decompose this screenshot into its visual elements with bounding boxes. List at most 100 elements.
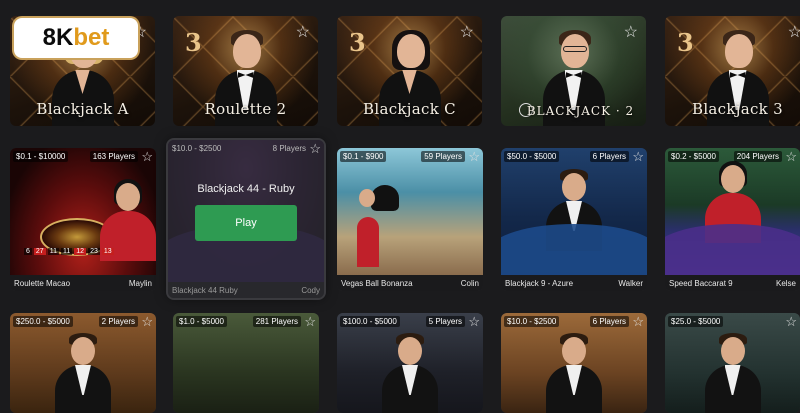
table-name: Roulette 2 [204,100,287,118]
game-thumbnail [10,313,156,413]
game-thumbnail [665,313,800,413]
game-card-row2-3[interactable]: $100.0 - $5000 5 Players ☆ [337,313,483,413]
dealer-photo [98,179,156,261]
game-card-row2-4[interactable]: $10.0 - $2500 6 Players ☆ [501,313,647,413]
brand-logo: 8K bet [14,18,138,58]
star-icon[interactable]: ☆ [468,314,480,330]
result-number: 6 [24,248,32,255]
star-icon[interactable]: ☆ [304,314,316,330]
bet-limit: $0.1 - $900 [340,151,387,162]
game-info-bar: Blackjack 9 - Azure Walker [501,275,647,291]
game-card-roulette-macao[interactable]: 6 27 11 11 12 23 13 $0.1 - $10000 163 Pl… [10,148,156,291]
game-thumbnail [337,313,483,413]
recent-results: 6 27 11 11 12 23 13 [24,248,114,255]
bet-limit: $10.0 - $2500 [504,316,560,327]
game-card-row2-5[interactable]: $25.0 - $5000 ☆ [665,313,800,413]
dealer-photo [544,333,604,413]
bet-limit: $0.1 - $10000 [13,151,69,162]
star-icon[interactable]: ☆ [785,314,797,330]
star-icon[interactable]: ☆ [460,22,474,42]
star-icon[interactable]: ☆ [632,314,644,330]
result-number: 11 [60,248,73,255]
star-icon[interactable]: ☆ [632,149,644,165]
star-icon[interactable]: ☆ [296,22,310,42]
star-icon[interactable]: ☆ [788,22,800,42]
brand-name-accent: bet [73,24,110,51]
player-count: 5 Players [425,316,465,327]
bet-limit: $25.0 - $5000 [668,316,724,327]
game-thumbnail [665,148,800,275]
result-number: 12 [74,248,87,255]
bet-limit: $10.0 - $2500 [172,144,222,153]
game-name: Vegas Ball Bonanza [341,278,413,288]
dealer-photo [703,333,763,413]
hover-overlay: $10.0 - $2500 8 Players ☆ Blackjack 44 -… [168,140,324,298]
player-count: 163 Players [89,151,138,162]
table-card-blackjack-2[interactable]: ☆ BLACKJACK · 2 [501,16,646,126]
table-name: BLACKJACK · 2 [526,104,635,118]
dealer-name: Maylin [128,278,152,288]
provider-logo-icon: 3 [677,28,694,57]
table-card-blackjack-c[interactable]: 3 ☆ Blackjack C [337,16,482,126]
star-icon[interactable]: ☆ [141,149,153,165]
star-icon[interactable]: ☆ [624,22,638,42]
hover-game-title: Blackjack 44 - Ruby [197,183,295,195]
game-info-bar: Roulette Macao Maylin [10,275,156,291]
result-number: 13 [101,248,114,255]
dealer-name: Colin [460,278,479,288]
game-info-bar: Speed Baccarat 9 Kelse [665,275,800,291]
bet-limit: $0.2 - $5000 [668,151,719,162]
star-icon[interactable]: ☆ [309,141,321,157]
game-card-blackjack-9-azure[interactable]: $50.0 - $5000 6 Players ☆ Blackjack 9 - … [501,148,647,291]
table-card-roulette-2[interactable]: 3 ☆ Roulette 2 [173,16,318,126]
game-card-row2-2[interactable]: $1.0 - $5000 281 Players ☆ [173,313,319,413]
table-name: Blackjack A [36,100,129,118]
player-count: 8 Players [272,144,306,153]
bet-limit: $1.0 - $5000 [176,316,227,327]
player-count: 204 Players [733,151,782,162]
featured-tables-row: 8K bet ☆ Blackjack A 3 ☆ Roulette 2 3 ☆ B… [0,0,800,128]
dealer-name: Kelse [775,278,796,288]
player-count: 59 Players [421,151,465,162]
table-felt [501,224,647,275]
game-card-speed-baccarat-9[interactable]: $0.2 - $5000 204 Players ☆ Speed Baccara… [665,148,800,291]
star-icon[interactable]: ☆ [468,149,480,165]
provider-logo-icon: 3 [185,28,202,57]
game-thumbnail [337,148,483,275]
dealer-photo [53,333,113,413]
table-name: Blackjack 3 [692,100,783,118]
table-card-blackjack-3[interactable]: 3 ☆ Blackjack 3 [665,16,800,126]
table-name: Blackjack C [363,100,456,118]
dealer-photo [380,333,440,413]
game-card-blackjack-44-ruby[interactable]: $10.0 - $2500 8 Players ☆ Blackjack 44 -… [168,140,324,298]
game-info-bar: Vegas Ball Bonanza Colin [337,275,483,291]
game-name: Roulette Macao [14,278,71,288]
game-thumbnail [501,148,647,275]
game-name: Blackjack 9 - Azure [505,278,574,288]
dealer-photo [355,185,399,267]
player-count: 281 Players [252,316,301,327]
bet-limit: $50.0 - $5000 [504,151,560,162]
game-name: Blackjack 44 Ruby [172,286,238,295]
bet-limit: $100.0 - $5000 [340,316,400,327]
result-number: 11 [47,248,59,255]
game-card-row2-1[interactable]: $250.0 - $5000 2 Players ☆ [10,313,156,413]
table-felt [665,224,800,275]
play-button[interactable]: Play [195,205,297,241]
result-number: 27 [33,248,46,255]
bet-limit: $250.0 - $5000 [13,316,73,327]
star-icon[interactable]: ☆ [785,149,797,165]
brand-name-main: 8K [42,24,74,51]
provider-logo-icon: 3 [349,28,366,57]
game-card-vegas-ball-bonanza[interactable]: $0.1 - $900 59 Players ☆ Vegas Ball Bona… [337,148,483,291]
game-thumbnail [501,313,647,413]
star-icon[interactable]: ☆ [141,314,153,330]
result-number: 23 [88,248,100,255]
player-count: 6 Players [589,316,629,327]
player-count: 6 Players [589,151,629,162]
player-count: 2 Players [98,316,138,327]
dealer-name: Cody [301,286,320,295]
game-thumbnail: 6 27 11 11 12 23 13 [10,148,156,275]
game-name: Speed Baccarat 9 [669,278,733,288]
game-thumbnail [173,313,319,413]
